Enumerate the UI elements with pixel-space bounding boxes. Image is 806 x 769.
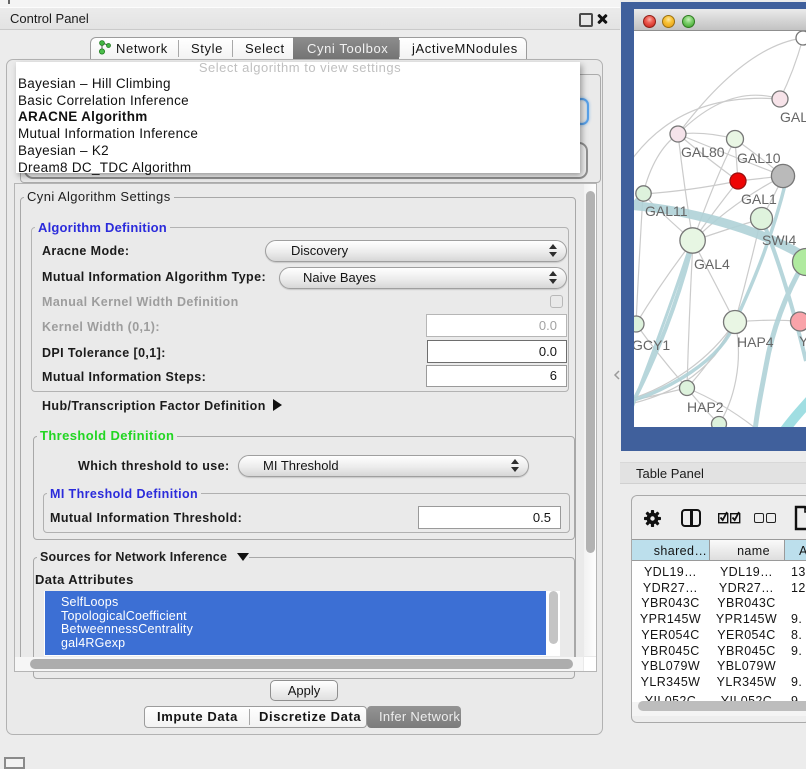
svg-text:GAL7: GAL7 [780,109,806,125]
svg-text:GAL1: GAL1 [741,191,777,207]
svg-text:GAL10: GAL10 [737,150,781,166]
svg-text:SWI4: SWI4 [762,232,796,248]
svg-text:Y: Y [799,333,806,349]
svg-text:HAP4: HAP4 [737,334,774,350]
svg-text:GAL11: GAL11 [645,203,688,219]
svg-text:GAL4: GAL4 [694,256,730,272]
svg-text:HAP2: HAP2 [687,399,724,415]
svg-text:GCY1: GCY1 [634,337,670,353]
svg-text:GAL80: GAL80 [681,144,725,160]
